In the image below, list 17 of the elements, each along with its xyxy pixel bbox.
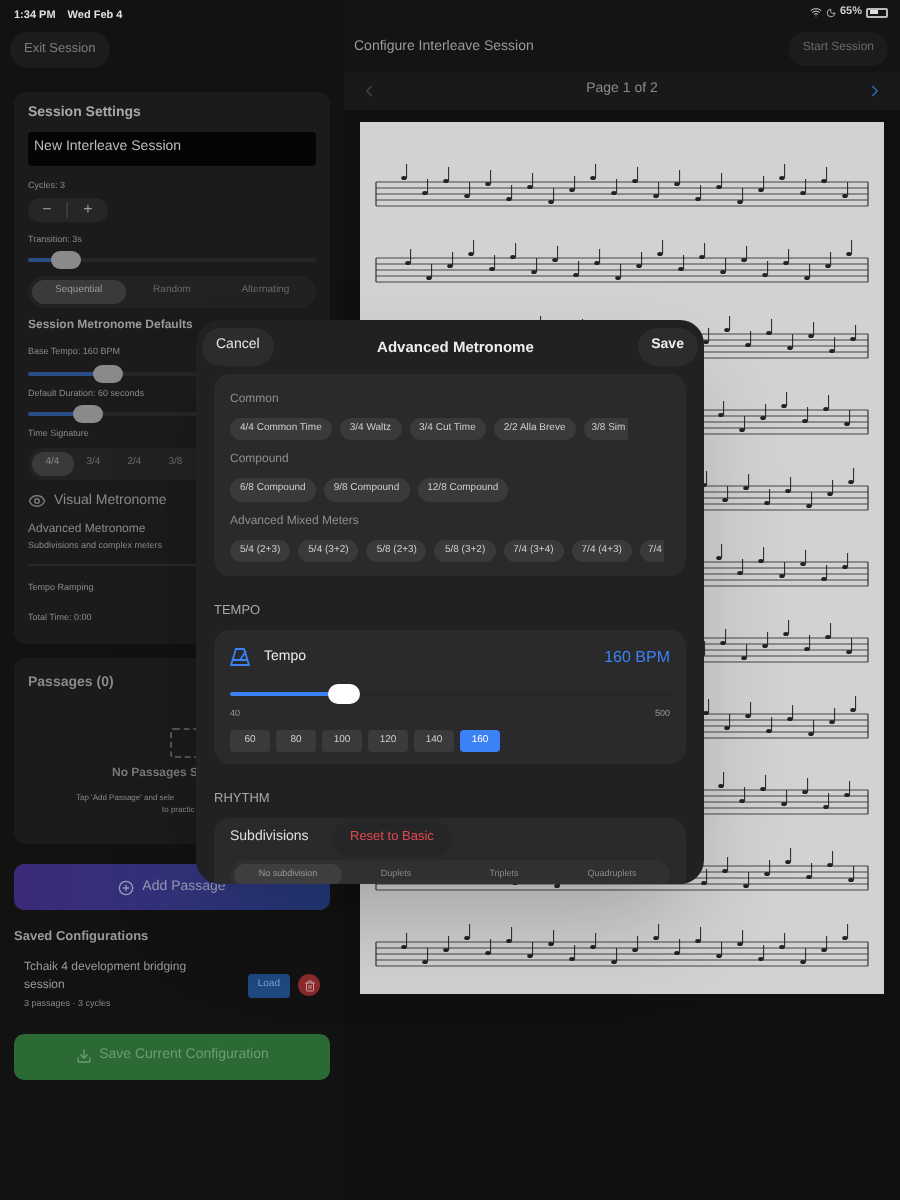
slider-thumb[interactable]	[50, 251, 81, 270]
next-page-icon[interactable]	[866, 82, 884, 100]
decrement-button[interactable]: −	[28, 201, 68, 217]
trash-icon	[303, 979, 315, 992]
delete-button[interactable]	[298, 974, 320, 997]
moon-icon	[825, 7, 836, 17]
increment-button[interactable]: +	[68, 201, 108, 217]
wifi-icon	[809, 6, 822, 18]
metronome-icon	[230, 648, 250, 667]
battery-icon	[866, 7, 888, 17]
slider-thumb[interactable]	[328, 684, 361, 704]
download-icon	[75, 1048, 92, 1065]
slider-thumb[interactable]	[93, 364, 124, 382]
tempo-value: 160 BPM	[604, 645, 670, 670]
eye-icon	[28, 492, 46, 511]
plus-circle-icon	[118, 879, 135, 896]
slider-thumb[interactable]	[73, 405, 104, 424]
